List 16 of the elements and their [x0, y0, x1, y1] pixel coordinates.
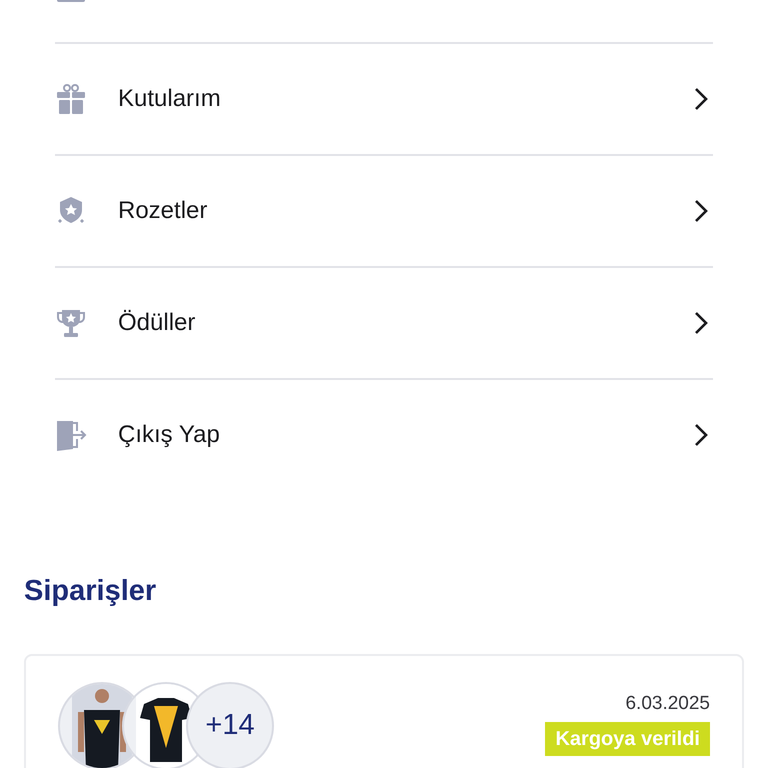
menu-item[interactable]: Rozetler: [55, 154, 713, 266]
more-items-count: +14: [186, 682, 274, 768]
trophy-icon: [55, 307, 87, 339]
order-date: 6.03.2025: [625, 692, 710, 716]
chevron-right-icon: [693, 422, 709, 448]
section-title: Siparişler: [24, 574, 158, 609]
menu-item[interactable]: Kutularım: [55, 42, 713, 154]
chevron-right-icon: [693, 86, 709, 112]
menu-item[interactable]: Ödüller: [55, 266, 713, 378]
exit-door-icon: [55, 419, 87, 451]
order-card[interactable]: +14 6.03.2025 Kargoya verildi: [24, 654, 744, 768]
chevron-right-icon: [693, 198, 709, 224]
status-badge: Kargoya verildi: [545, 722, 710, 756]
chevron-right-icon: [693, 310, 709, 336]
menu-item[interactable]: Çıkış Yap: [55, 378, 713, 490]
gift-icon: [55, 83, 87, 115]
